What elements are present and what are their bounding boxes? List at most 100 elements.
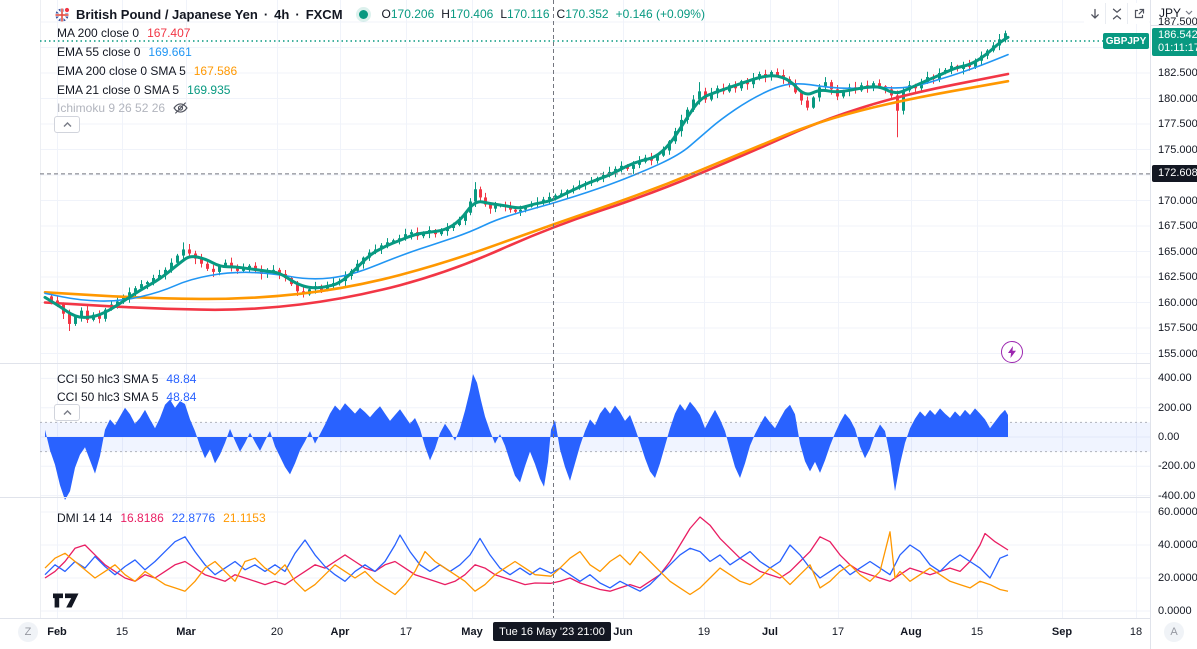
- price-axis-label: 187.500: [1158, 16, 1197, 28]
- price-axis-label: 157.500: [1158, 322, 1197, 334]
- indicator-value: 169.661: [148, 45, 192, 59]
- price-change: +0.146 (+0.09%): [615, 7, 705, 21]
- restore-pane-button[interactable]: [1127, 3, 1149, 24]
- candle-body: [182, 249, 185, 256]
- ohlc-readout: O170.206 H170.406 L170.116 C170.352 +0.1…: [381, 7, 705, 21]
- indicator-row-ma200[interactable]: MA 200 close 0 167.407: [57, 25, 190, 41]
- indicator-value: 167.407: [147, 26, 191, 40]
- tradingview-logo-icon[interactable]: [52, 592, 80, 614]
- indicator-value: 169.935: [187, 83, 231, 97]
- time-axis-label: Apr: [330, 626, 350, 638]
- last-price-value: 186.542: [1158, 29, 1197, 41]
- dmi-line: [44, 531, 1009, 596]
- crosshair-price-badge: 172.608: [1152, 164, 1197, 182]
- candle-body: [479, 189, 482, 198]
- cci-row-1[interactable]: CCI 50 hlc3 SMA 5 48.84: [57, 371, 196, 387]
- cci-axis-label: 400.00: [1158, 372, 1192, 385]
- time-axis-label: 20: [270, 626, 284, 638]
- cci-row-2[interactable]: CCI 50 hlc3 SMA 5 48.84: [57, 389, 196, 405]
- time-axis[interactable]: Feb 15 Mar 20 Apr 17 May Jun 19 Jul 17 Aug 15 Sep 18 Z…: [0, 618, 1150, 649]
- indicator-value: 167.586: [193, 64, 238, 78]
- indicator-name: Ichimoku 9 26 52 26: [57, 101, 166, 115]
- dmi-axis-label: 60.0000: [1158, 506, 1197, 518]
- symbol-logo-icon[interactable]: [55, 6, 70, 22]
- dmi-line: [44, 534, 1009, 592]
- symbol-price-tag: GBPJPY: [1103, 33, 1149, 49]
- exchange-label[interactable]: FXCM: [306, 7, 343, 22]
- candle-body: [776, 71, 779, 76]
- indicator-value: 48.84: [166, 390, 197, 404]
- crosshair-time-badge: Tue 16 May '23 21:00: [493, 622, 611, 641]
- indicator-row-ema200[interactable]: EMA 200 close 0 SMA 5 167.586: [57, 63, 237, 79]
- candle-body: [806, 100, 809, 108]
- indicator-value: 48.84: [166, 372, 197, 386]
- title-separator: ·: [295, 6, 300, 22]
- time-axis-label: 15: [970, 626, 984, 638]
- chevron-down-icon: [1185, 10, 1193, 15]
- ma-line: [43, 79, 1010, 301]
- interval-label[interactable]: 4h: [274, 7, 289, 22]
- indicator-value: 21.1153: [223, 511, 266, 525]
- time-axis-label: 15: [115, 626, 129, 638]
- indicator-name: CCI 50 hlc3 SMA 5: [57, 372, 159, 386]
- cci-axis-label: -200.00: [1158, 460, 1196, 473]
- dmi-axis-label: 40.0000: [1158, 539, 1197, 551]
- time-axis-label: Aug: [900, 626, 922, 638]
- collapse-cci-button[interactable]: [54, 404, 80, 421]
- time-axis-label: Mar: [176, 626, 196, 638]
- title-separator: ·: [263, 6, 269, 22]
- time-axis-label: 17: [831, 626, 845, 638]
- indicator-name: DMI 14 14: [57, 511, 113, 525]
- candle-body: [176, 255, 179, 263]
- indicator-name: MA 200 close 0: [57, 26, 140, 40]
- candle-body: [74, 316, 77, 324]
- indicator-row-ema55[interactable]: EMA 55 close 0 169.661: [57, 44, 192, 60]
- price-axis-label: 170.000: [1158, 194, 1197, 207]
- price-axis-label: 162.500: [1158, 271, 1197, 283]
- trading-chart-app: British Pound / Japanese Yen · 4h · FXCM…: [0, 0, 1197, 649]
- collapse-indicators-button[interactable]: [54, 116, 80, 133]
- price-axis-label: 177.500: [1158, 118, 1197, 130]
- price-axis-label: 180.000: [1158, 92, 1197, 105]
- quick-trade-button[interactable]: [1001, 341, 1023, 363]
- candle-body: [474, 189, 477, 202]
- candle-body: [514, 209, 517, 212]
- price-axis-label: 182.500: [1158, 67, 1197, 79]
- dmi-axis-label: 20.0000: [1158, 572, 1197, 584]
- price-axis[interactable]: JPY 187.500185.000182.500180.000177.5001…: [1150, 0, 1197, 649]
- pane-controls: [1084, 3, 1149, 24]
- symbol-title[interactable]: British Pound / Japanese Yen: [76, 7, 258, 22]
- ma-line: [43, 35, 1010, 319]
- currency-toggle-button[interactable]: A: [1164, 622, 1184, 642]
- price-axis-label: 167.500: [1158, 220, 1197, 232]
- move-pane-down-button[interactable]: [1084, 3, 1105, 24]
- last-price-badge: 186.542 01:11:17: [1152, 28, 1197, 56]
- price-axis-label: 155.000: [1158, 347, 1197, 360]
- symbol-header: British Pound / Japanese Yen · 4h · FXCM…: [55, 4, 705, 24]
- cci-axis-label: 200.00: [1158, 401, 1192, 414]
- indicator-name: CCI 50 hlc3 SMA 5: [57, 390, 159, 404]
- indicator-row-ichimoku[interactable]: Ichimoku 9 26 52 26: [57, 100, 188, 116]
- timezone-button[interactable]: Z: [18, 622, 38, 642]
- candle-body: [188, 249, 191, 254]
- indicator-name: EMA 200 close 0 SMA 5: [57, 64, 186, 78]
- indicator-name: EMA 21 close 0 SMA 5: [57, 83, 180, 97]
- price-axis-label: 175.000: [1158, 143, 1197, 156]
- indicator-row-ema21[interactable]: EMA 21 close 0 SMA 5 169.935: [57, 82, 230, 98]
- cci-axis-label: -400.00: [1158, 489, 1196, 502]
- dmi-row[interactable]: DMI 14 14 16.8186 22.8776 21.1153: [57, 510, 266, 526]
- indicator-value: 16.8186: [120, 511, 164, 525]
- candle-body: [212, 268, 215, 272]
- cci-axis-label: 0.00: [1158, 431, 1180, 443]
- price-axis-label: 165.000: [1158, 245, 1197, 258]
- price-axis-label: 160.000: [1158, 296, 1197, 309]
- time-axis-label: Sep: [1051, 626, 1073, 638]
- time-axis-label: Jul: [762, 626, 778, 638]
- indicator-value: 22.8776: [171, 511, 216, 525]
- maximize-pane-button[interactable]: [1105, 3, 1127, 24]
- time-axis-label: May: [461, 626, 483, 638]
- eye-slash-icon[interactable]: [173, 101, 188, 115]
- dmi-axis-label: 0.0000: [1158, 605, 1192, 617]
- market-status-icon[interactable]: [358, 9, 368, 19]
- candle-body: [494, 205, 497, 209]
